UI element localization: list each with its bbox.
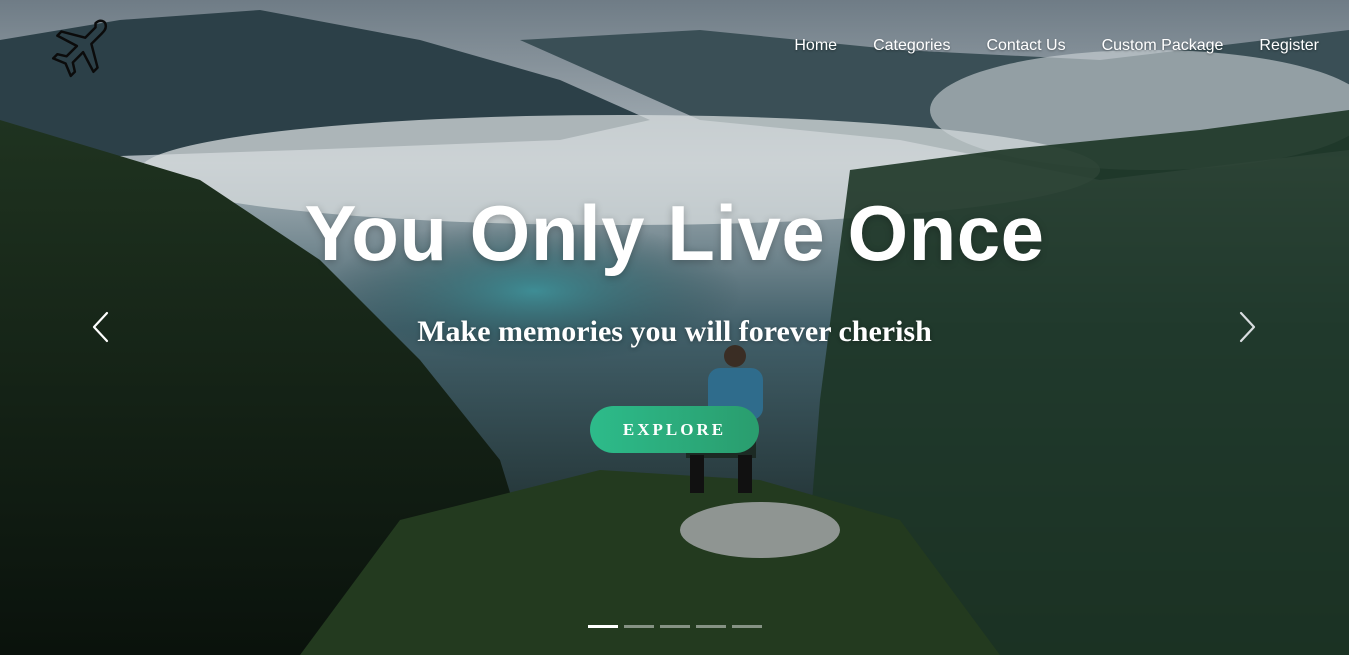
carousel-indicator-5[interactable] xyxy=(732,625,762,628)
chevron-left-icon xyxy=(92,311,109,343)
hero-carousel: Home Categories Contact Us Custom Packag… xyxy=(0,0,1349,655)
hero-subheadline: Make memories you will forever cherish xyxy=(417,315,932,348)
carousel-indicator-2[interactable] xyxy=(624,625,654,628)
carousel-prev-button[interactable] xyxy=(89,310,113,344)
carousel-indicator-1[interactable] xyxy=(588,625,618,628)
explore-button[interactable]: EXPLORE xyxy=(590,406,759,453)
main-nav: Home Categories Contact Us Custom Packag… xyxy=(758,37,1319,55)
carousel-indicator-3[interactable] xyxy=(660,625,690,628)
nav-categories[interactable]: Categories xyxy=(873,37,950,55)
nav-home[interactable]: Home xyxy=(794,37,837,55)
logo[interactable] xyxy=(46,14,112,80)
airplane-icon xyxy=(51,19,108,78)
nav-custom-package[interactable]: Custom Package xyxy=(1102,37,1224,55)
nav-contact-us[interactable]: Contact Us xyxy=(986,37,1065,55)
carousel-indicators xyxy=(588,625,762,628)
nav-register[interactable]: Register xyxy=(1259,37,1319,55)
carousel-next-button[interactable] xyxy=(1235,310,1259,344)
hero-headline: You Only Live Once xyxy=(304,189,1045,277)
carousel-indicator-4[interactable] xyxy=(696,625,726,628)
chevron-right-icon xyxy=(1239,311,1256,343)
